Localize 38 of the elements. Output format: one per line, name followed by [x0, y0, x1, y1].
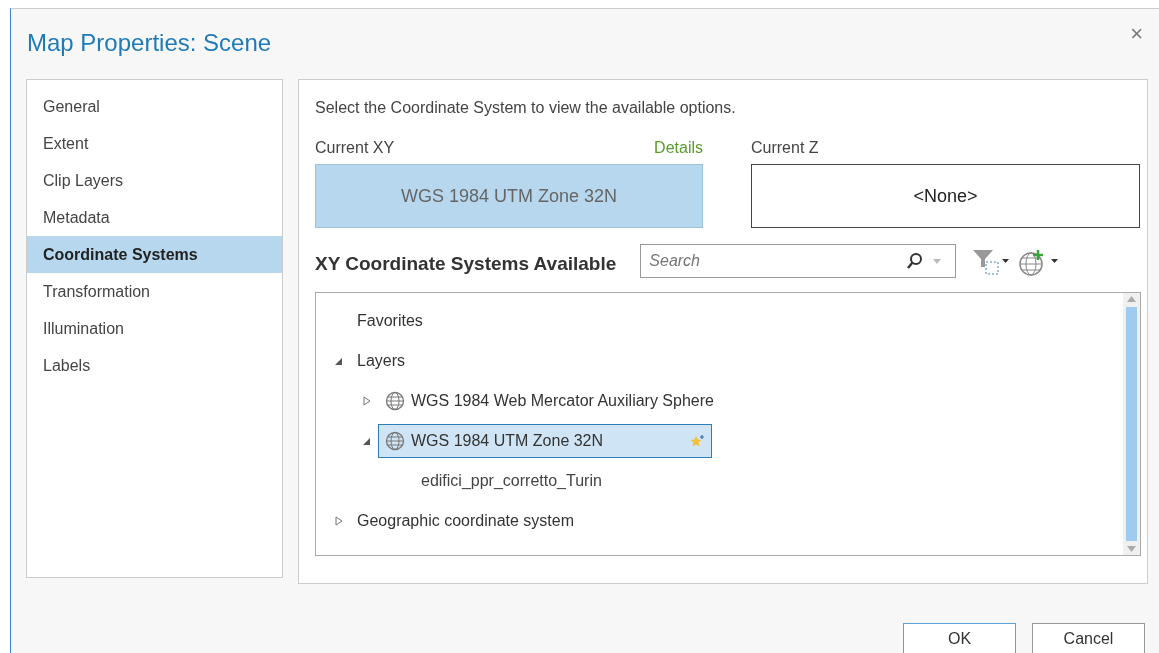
sidebar-item[interactable]: Coordinate Systems: [27, 236, 282, 273]
current-z-field[interactable]: <None>: [751, 164, 1140, 228]
tree-item[interactable]: WGS 1984 Web Mercator Auxiliary Sphere: [378, 384, 721, 418]
field-label: Current XY: [315, 138, 395, 158]
sidebar-item[interactable]: General: [27, 88, 282, 125]
globe-icon: [385, 391, 405, 411]
sidebar-item[interactable]: Illumination: [27, 310, 282, 347]
current-xy-field[interactable]: WGS 1984 UTM Zone 32N: [315, 164, 703, 228]
search-icon[interactable]: [906, 252, 925, 270]
add-globe-icon[interactable]: [1018, 248, 1061, 278]
tree-item[interactable]: Layers: [350, 344, 413, 378]
tree-item[interactable]: edifici_ppr_corretto_Turin: [414, 464, 609, 498]
ok-button[interactable]: OK: [903, 623, 1016, 653]
tree-item[interactable]: WGS 1984 UTM Zone 32N: [378, 424, 713, 458]
filter-icon[interactable]: [972, 248, 1011, 278]
field-label: Current Z: [751, 139, 819, 156]
sidebar-item[interactable]: Extent: [27, 125, 282, 162]
close-button[interactable]: ×: [1126, 23, 1147, 45]
sidebar-item[interactable]: Clip Layers: [27, 162, 282, 199]
window-title: Map Properties: Scene: [27, 29, 272, 56]
section-heading: XY Coordinate Systems Available: [315, 251, 617, 276]
scrollbar[interactable]: [1123, 293, 1140, 555]
tree-item[interactable]: Geographic coordinate system: [350, 504, 581, 538]
sidebar-item[interactable]: Labels: [27, 347, 282, 384]
favorite-star-icon[interactable]: [689, 433, 706, 450]
expand-icon[interactable]: [334, 516, 344, 526]
cancel-button[interactable]: Cancel: [1032, 623, 1145, 653]
expand-icon[interactable]: [362, 396, 372, 406]
sidebar-item[interactable]: Transformation: [27, 273, 282, 310]
collapse-icon[interactable]: [362, 436, 372, 446]
tree-item[interactable]: Favorites: [350, 304, 430, 338]
search-field[interactable]: Search: [640, 244, 957, 278]
instruction-text: Select the Coordinate System to view the available options.: [315, 98, 737, 118]
details-link[interactable]: Details: [654, 136, 703, 160]
sidebar-item[interactable]: Metadata: [27, 199, 282, 236]
caret-icon[interactable]: [932, 257, 943, 265]
collapse-icon[interactable]: [334, 356, 344, 366]
globe-icon: [385, 431, 405, 451]
